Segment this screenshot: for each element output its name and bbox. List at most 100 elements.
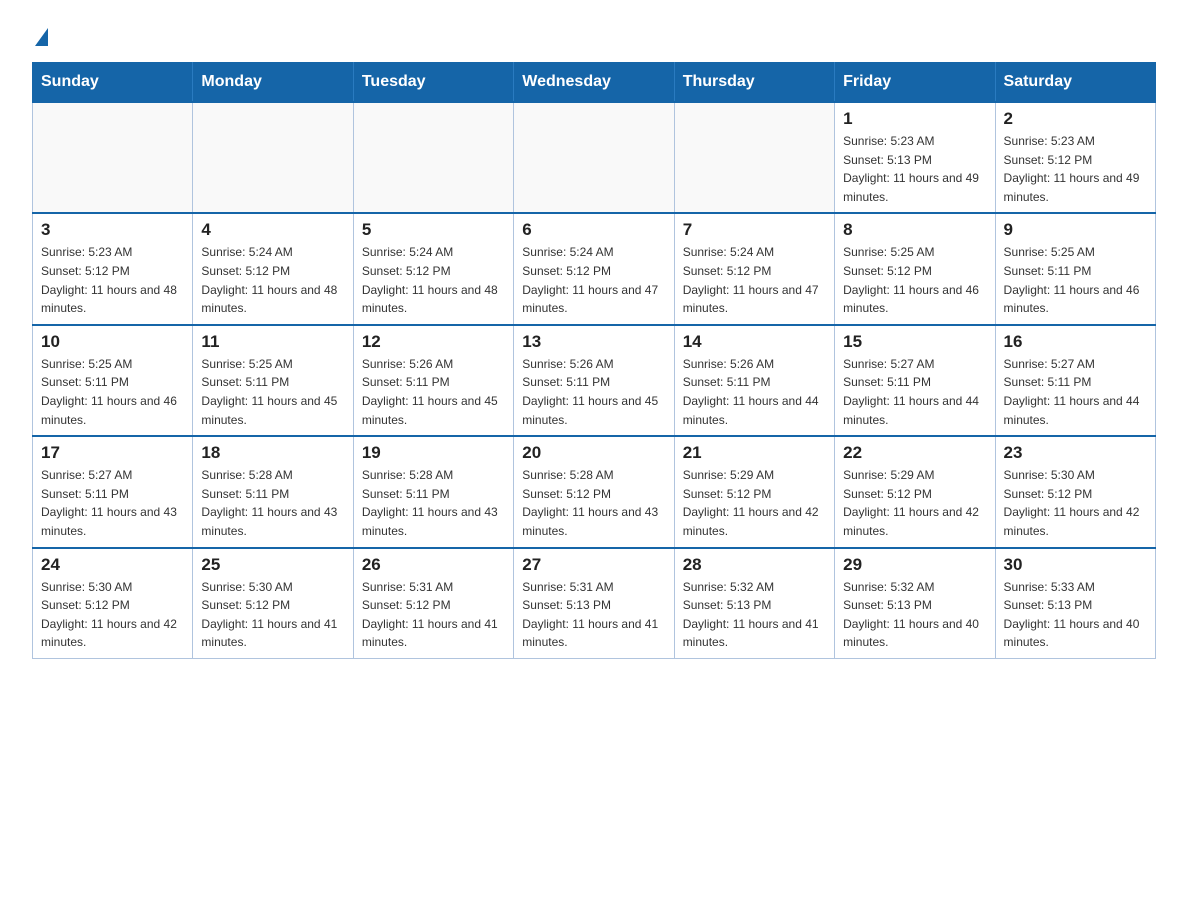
day-info: Sunrise: 5:24 AMSunset: 5:12 PMDaylight:…: [201, 243, 344, 317]
day-number: 2: [1004, 109, 1147, 129]
day-number: 5: [362, 220, 505, 240]
day-number: 24: [41, 555, 184, 575]
calendar-cell: 9 Sunrise: 5:25 AMSunset: 5:11 PMDaylight…: [995, 213, 1155, 324]
day-info: Sunrise: 5:30 AMSunset: 5:12 PMDaylight:…: [1004, 466, 1147, 540]
calendar-cell: 27 Sunrise: 5:31 AMSunset: 5:13 PMDayligh…: [514, 548, 674, 659]
calendar-cell: [353, 102, 513, 213]
day-number: 17: [41, 443, 184, 463]
calendar-week-row: 17 Sunrise: 5:27 AMSunset: 5:11 PMDayligh…: [33, 436, 1156, 547]
calendar-cell: 20Sunrise: 5:28 AMSunset: 5:12 PMDayligh…: [514, 436, 674, 547]
calendar-cell: 2 Sunrise: 5:23 AMSunset: 5:12 PMDaylight…: [995, 102, 1155, 213]
calendar-cell: 6 Sunrise: 5:24 AMSunset: 5:12 PMDaylight…: [514, 213, 674, 324]
calendar-cell: [33, 102, 193, 213]
calendar-week-row: 1 Sunrise: 5:23 AMSunset: 5:13 PMDaylight…: [33, 102, 1156, 213]
day-info: Sunrise: 5:33 AMSunset: 5:13 PMDaylight:…: [1004, 578, 1147, 652]
day-info: Sunrise: 5:30 AMSunset: 5:12 PMDaylight:…: [201, 578, 344, 652]
day-info: Sunrise: 5:23 AMSunset: 5:12 PMDaylight:…: [41, 243, 184, 317]
day-info: Sunrise: 5:26 AMSunset: 5:11 PMDaylight:…: [522, 355, 665, 429]
day-number: 27: [522, 555, 665, 575]
weekday-header-sunday: Sunday: [33, 63, 193, 103]
calendar-cell: [514, 102, 674, 213]
calendar-cell: 14 Sunrise: 5:26 AMSunset: 5:11 PMDayligh…: [674, 325, 834, 436]
day-number: 15: [843, 332, 986, 352]
day-info: Sunrise: 5:23 AMSunset: 5:13 PMDaylight:…: [843, 132, 986, 206]
weekday-header-wednesday: Wednesday: [514, 63, 674, 103]
calendar-cell: 25 Sunrise: 5:30 AMSunset: 5:12 PMDayligh…: [193, 548, 353, 659]
calendar-cell: 4 Sunrise: 5:24 AMSunset: 5:12 PMDaylight…: [193, 213, 353, 324]
day-info: Sunrise: 5:28 AMSunset: 5:11 PMDaylight:…: [201, 466, 344, 540]
day-info: Sunrise: 5:29 AMSunset: 5:12 PMDaylight:…: [843, 466, 986, 540]
weekday-header-saturday: Saturday: [995, 63, 1155, 103]
calendar-cell: 22 Sunrise: 5:29 AMSunset: 5:12 PMDayligh…: [835, 436, 995, 547]
day-number: 6: [522, 220, 665, 240]
day-info: Sunrise: 5:26 AMSunset: 5:11 PMDaylight:…: [683, 355, 826, 429]
day-number: 10: [41, 332, 184, 352]
calendar-cell: 7 Sunrise: 5:24 AMSunset: 5:12 PMDaylight…: [674, 213, 834, 324]
calendar-cell: 21 Sunrise: 5:29 AMSunset: 5:12 PMDayligh…: [674, 436, 834, 547]
calendar-cell: 17 Sunrise: 5:27 AMSunset: 5:11 PMDayligh…: [33, 436, 193, 547]
day-number: 30: [1004, 555, 1147, 575]
calendar-cell: 15 Sunrise: 5:27 AMSunset: 5:11 PMDayligh…: [835, 325, 995, 436]
calendar-cell: 30 Sunrise: 5:33 AMSunset: 5:13 PMDayligh…: [995, 548, 1155, 659]
day-info: Sunrise: 5:31 AMSunset: 5:13 PMDaylight:…: [522, 578, 665, 652]
day-info: Sunrise: 5:23 AMSunset: 5:12 PMDaylight:…: [1004, 132, 1147, 206]
day-number: 4: [201, 220, 344, 240]
day-number: 14: [683, 332, 826, 352]
day-info: Sunrise: 5:24 AMSunset: 5:12 PMDaylight:…: [683, 243, 826, 317]
calendar-cell: 23 Sunrise: 5:30 AMSunset: 5:12 PMDayligh…: [995, 436, 1155, 547]
day-number: 3: [41, 220, 184, 240]
calendar-week-row: 10 Sunrise: 5:25 AMSunset: 5:11 PMDayligh…: [33, 325, 1156, 436]
calendar-cell: 18Sunrise: 5:28 AMSunset: 5:11 PMDayligh…: [193, 436, 353, 547]
weekday-header-monday: Monday: [193, 63, 353, 103]
day-number: 9: [1004, 220, 1147, 240]
calendar-cell: [193, 102, 353, 213]
weekday-header-thursday: Thursday: [674, 63, 834, 103]
day-info: Sunrise: 5:24 AMSunset: 5:12 PMDaylight:…: [362, 243, 505, 317]
calendar-cell: 3 Sunrise: 5:23 AMSunset: 5:12 PMDaylight…: [33, 213, 193, 324]
calendar-cell: 10Sunrise: 5:25 AMSunset: 5:11 PMDayligh…: [33, 325, 193, 436]
day-number: 29: [843, 555, 986, 575]
page-header: [32, 24, 1156, 44]
day-number: 21: [683, 443, 826, 463]
calendar-cell: 19Sunrise: 5:28 AMSunset: 5:11 PMDayligh…: [353, 436, 513, 547]
day-number: 23: [1004, 443, 1147, 463]
day-number: 28: [683, 555, 826, 575]
day-info: Sunrise: 5:25 AMSunset: 5:11 PMDaylight:…: [1004, 243, 1147, 317]
day-number: 1: [843, 109, 986, 129]
day-number: 8: [843, 220, 986, 240]
calendar-cell: 28Sunrise: 5:32 AMSunset: 5:13 PMDayligh…: [674, 548, 834, 659]
calendar-cell: 11Sunrise: 5:25 AMSunset: 5:11 PMDayligh…: [193, 325, 353, 436]
day-info: Sunrise: 5:27 AMSunset: 5:11 PMDaylight:…: [843, 355, 986, 429]
day-info: Sunrise: 5:28 AMSunset: 5:11 PMDaylight:…: [362, 466, 505, 540]
day-info: Sunrise: 5:26 AMSunset: 5:11 PMDaylight:…: [362, 355, 505, 429]
day-number: 12: [362, 332, 505, 352]
day-number: 22: [843, 443, 986, 463]
calendar-table: SundayMondayTuesdayWednesdayThursdayFrid…: [32, 62, 1156, 659]
calendar-cell: 16Sunrise: 5:27 AMSunset: 5:11 PMDayligh…: [995, 325, 1155, 436]
day-info: Sunrise: 5:28 AMSunset: 5:12 PMDaylight:…: [522, 466, 665, 540]
day-info: Sunrise: 5:24 AMSunset: 5:12 PMDaylight:…: [522, 243, 665, 317]
day-number: 25: [201, 555, 344, 575]
weekday-header-friday: Friday: [835, 63, 995, 103]
day-info: Sunrise: 5:32 AMSunset: 5:13 PMDaylight:…: [843, 578, 986, 652]
calendar-cell: 29 Sunrise: 5:32 AMSunset: 5:13 PMDayligh…: [835, 548, 995, 659]
day-info: Sunrise: 5:25 AMSunset: 5:11 PMDaylight:…: [201, 355, 344, 429]
calendar-cell: 26 Sunrise: 5:31 AMSunset: 5:12 PMDayligh…: [353, 548, 513, 659]
calendar-cell: 12 Sunrise: 5:26 AMSunset: 5:11 PMDayligh…: [353, 325, 513, 436]
calendar-cell: 8 Sunrise: 5:25 AMSunset: 5:12 PMDaylight…: [835, 213, 995, 324]
calendar-cell: 24Sunrise: 5:30 AMSunset: 5:12 PMDayligh…: [33, 548, 193, 659]
logo-triangle-icon: [35, 28, 48, 46]
day-info: Sunrise: 5:27 AMSunset: 5:11 PMDaylight:…: [41, 466, 184, 540]
weekday-header-tuesday: Tuesday: [353, 63, 513, 103]
day-number: 7: [683, 220, 826, 240]
calendar-week-row: 24 Sunrise: 5:30 AMSunset: 5:12 PMDayligh…: [33, 548, 1156, 659]
calendar-header-row: SundayMondayTuesdayWednesdayThursdayFrid…: [33, 63, 1156, 103]
day-info: Sunrise: 5:31 AMSunset: 5:12 PMDaylight:…: [362, 578, 505, 652]
calendar-cell: [674, 102, 834, 213]
calendar-week-row: 3 Sunrise: 5:23 AMSunset: 5:12 PMDaylight…: [33, 213, 1156, 324]
day-number: 26: [362, 555, 505, 575]
day-info: Sunrise: 5:25 AMSunset: 5:12 PMDaylight:…: [843, 243, 986, 317]
calendar-cell: 5 Sunrise: 5:24 AMSunset: 5:12 PMDaylight…: [353, 213, 513, 324]
calendar-cell: 13Sunrise: 5:26 AMSunset: 5:11 PMDayligh…: [514, 325, 674, 436]
day-info: Sunrise: 5:29 AMSunset: 5:12 PMDaylight:…: [683, 466, 826, 540]
